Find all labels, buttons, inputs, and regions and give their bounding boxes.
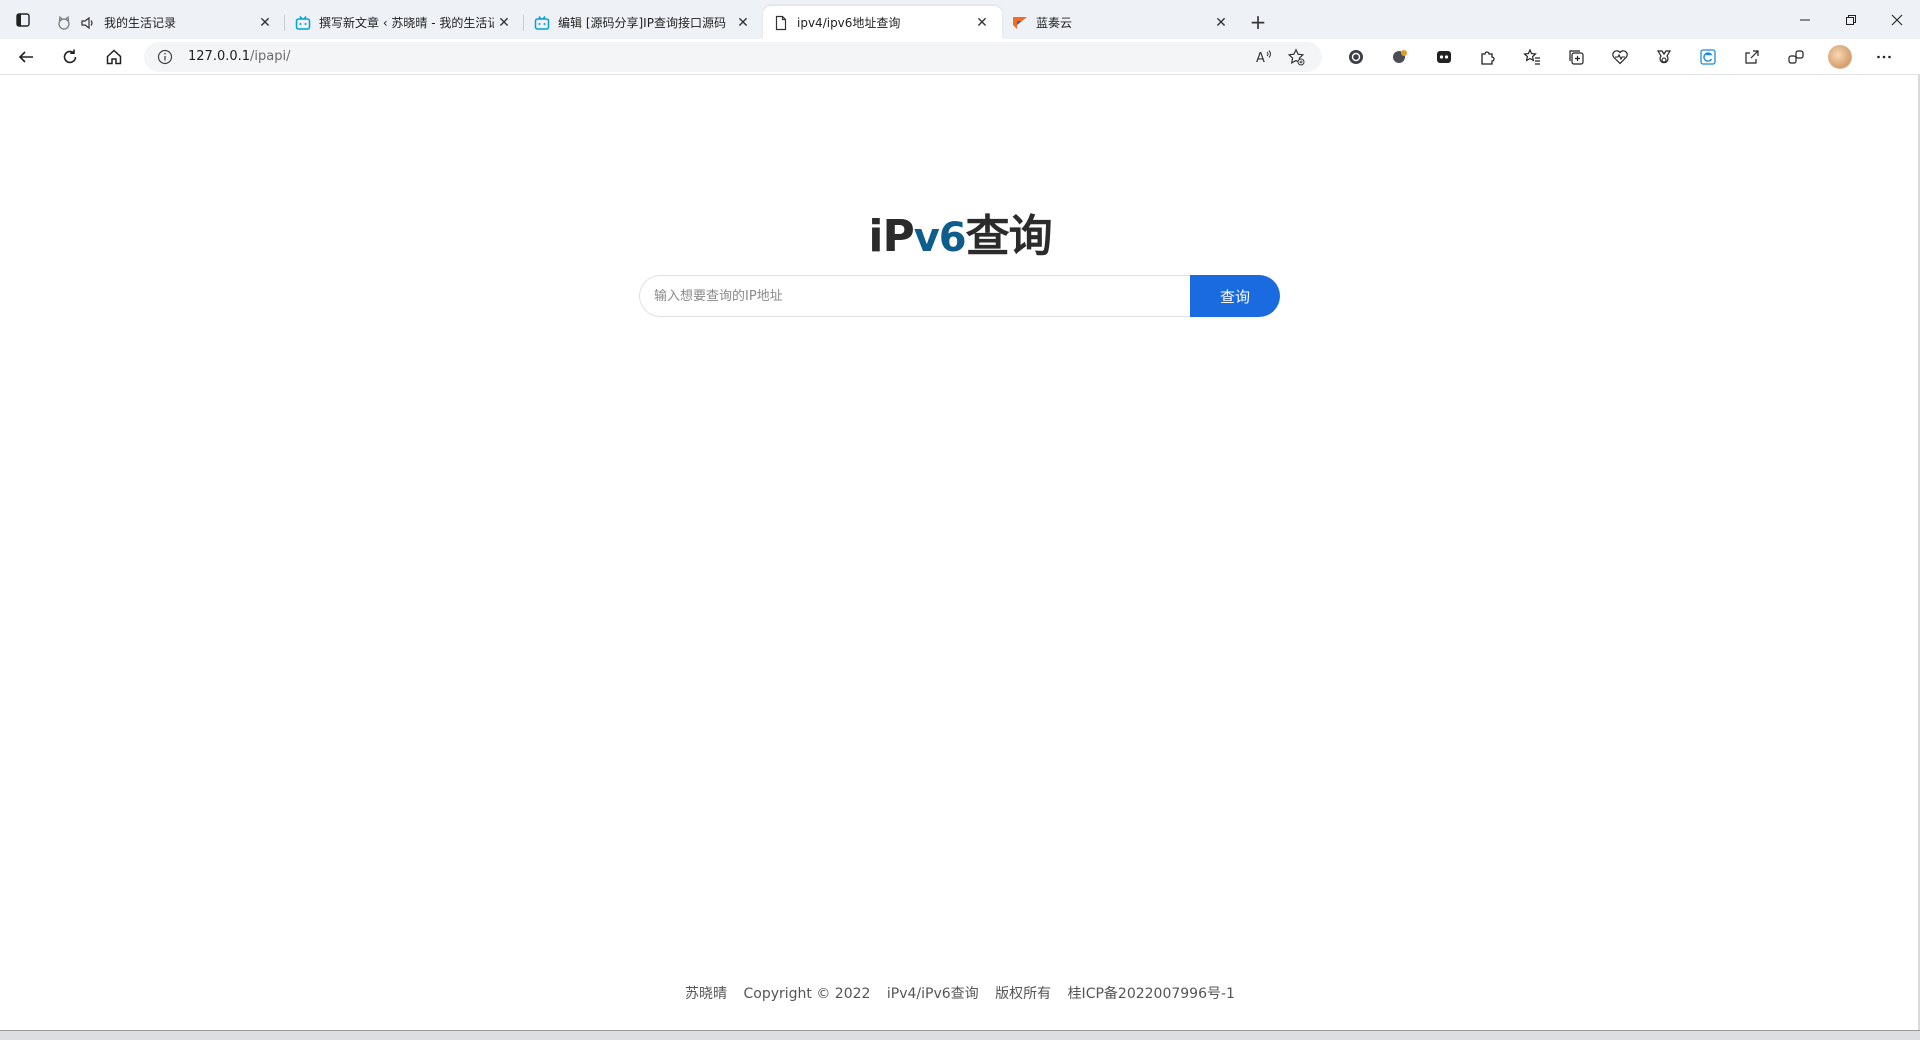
tab-5[interactable]: 蓝奏云 ✕	[1002, 6, 1241, 39]
restore-button[interactable]	[1828, 0, 1874, 39]
close-tab-icon[interactable]: ✕	[494, 13, 514, 33]
tab-actions-button[interactable]	[0, 0, 46, 39]
url-text[interactable]: 127.0.0.1/ipapi/	[188, 49, 1246, 64]
browser-toolbar: 127.0.0.1/ipapi/ A	[0, 39, 1920, 75]
close-tab-icon[interactable]: ✕	[1211, 13, 1231, 33]
rewards-icon[interactable]	[1642, 41, 1686, 73]
footer-rights: 版权所有	[995, 986, 1052, 1002]
home-button[interactable]	[96, 41, 132, 73]
tab-3[interactable]: 编辑 [源码分享]IP查询接口源码 ✕	[524, 6, 763, 39]
footer-copyright: Copyright © 2022	[743, 986, 871, 1002]
tab-1[interactable]: 我的生活记录 ✕	[46, 6, 285, 39]
url-host: 127.0.0.1	[188, 49, 251, 64]
tab-title: 撰写新文章 ‹ 苏晓晴 - 我的生活记录	[319, 16, 494, 30]
browser-essentials-icon[interactable]	[1598, 41, 1642, 73]
avatar	[1828, 44, 1852, 69]
bilibili-icon	[534, 15, 550, 31]
tab-title: 蓝奏云	[1036, 16, 1073, 30]
close-window-button[interactable]	[1874, 0, 1920, 39]
tab-2[interactable]: 撰写新文章 ‹ 苏晓晴 - 我的生活记录 ✕	[285, 6, 524, 39]
bilibili-icon	[295, 15, 311, 31]
close-tab-icon[interactable]: ✕	[972, 13, 992, 33]
read-aloud-icon[interactable]: A	[1250, 45, 1278, 69]
footer-site-link[interactable]: iPv4/iPv6查询	[887, 986, 979, 1002]
restore-icon	[1846, 14, 1856, 25]
page-content: iPv6查询 查询 苏晓晴 Copyright © 2022 iPv4/iPv6…	[0, 75, 1920, 1030]
extension-paw-icon[interactable]	[1378, 41, 1422, 73]
favorites-icon[interactable]	[1510, 41, 1554, 73]
page-footer: 苏晓晴 Copyright © 2022 iPv4/iPv6查询 版权所有 桂I…	[0, 983, 1920, 1003]
new-tab-button[interactable]: +	[1243, 7, 1273, 37]
home-icon	[106, 48, 122, 64]
address-bar[interactable]: 127.0.0.1/ipapi/ A	[144, 41, 1322, 72]
tab-4-active[interactable]: ipv4/ipv6地址查询 ✕	[763, 6, 1002, 39]
logo-prefix: iP	[868, 211, 914, 262]
refresh-button[interactable]	[52, 41, 88, 73]
extensions-puzzle-icon[interactable]	[1466, 41, 1510, 73]
logo-brand: v6	[913, 215, 967, 261]
page-logo: iPv6查询	[0, 200, 1920, 264]
minimize-icon	[1800, 19, 1810, 20]
profile-avatar-button[interactable]	[1818, 41, 1862, 73]
tab-title: 我的生活记录	[104, 16, 177, 30]
window-bottom-edge	[0, 1030, 1920, 1040]
tab-title: 编辑 [源码分享]IP查询接口源码	[558, 16, 726, 30]
tabs: 我的生活记录 ✕ 撰写新文章 ‹ 苏晓晴 - 我的生活记录 ✕ 编辑 [源码分享…	[46, 0, 1273, 39]
minimize-button[interactable]	[1782, 0, 1828, 39]
refresh-icon	[63, 49, 77, 63]
collections-icon[interactable]	[1554, 41, 1598, 73]
footer-author[interactable]: 苏晓晴	[685, 986, 727, 1002]
extension-circle-icon[interactable]	[1334, 41, 1378, 73]
arrow-left-icon	[18, 50, 33, 63]
add-favorite-icon[interactable]	[1282, 45, 1310, 69]
window-controls	[1782, 0, 1920, 39]
page-icon	[773, 15, 789, 31]
extensions-toolbar	[1334, 41, 1906, 73]
svg-text:A: A	[1256, 51, 1265, 66]
back-button[interactable]	[8, 41, 44, 73]
share-icon[interactable]	[1730, 41, 1774, 73]
more-dots-icon	[1877, 55, 1891, 58]
extension-mask-icon[interactable]	[1422, 41, 1466, 73]
close-tab-icon[interactable]: ✕	[733, 13, 753, 33]
logo-suffix: 查询	[965, 211, 1053, 262]
extension-link-icon[interactable]	[1774, 41, 1818, 73]
ip-search-input[interactable]	[639, 275, 1190, 317]
tab-actions-icon	[16, 12, 30, 27]
lanzou-icon	[1012, 15, 1028, 31]
more-menu-button[interactable]	[1862, 41, 1906, 73]
search-button[interactable]: 查询	[1190, 275, 1280, 317]
footer-icp-link[interactable]: 桂ICP备2022007996号-1	[1068, 986, 1235, 1002]
url-path: /ipapi/	[250, 49, 291, 64]
speaker-muted-icon[interactable]	[80, 15, 96, 31]
tab-strip: 我的生活记录 ✕ 撰写新文章 ‹ 苏晓晴 - 我的生活记录 ✕ 编辑 [源码分享…	[0, 0, 1920, 39]
search-form: 查询	[639, 275, 1280, 317]
close-tab-icon[interactable]: ✕	[255, 13, 275, 33]
info-icon[interactable]	[156, 48, 174, 66]
edge-bar-icon[interactable]	[1686, 41, 1730, 73]
cat-icon	[56, 15, 72, 31]
tab-title: ipv4/ipv6地址查询	[797, 16, 901, 30]
close-icon	[1891, 14, 1903, 25]
